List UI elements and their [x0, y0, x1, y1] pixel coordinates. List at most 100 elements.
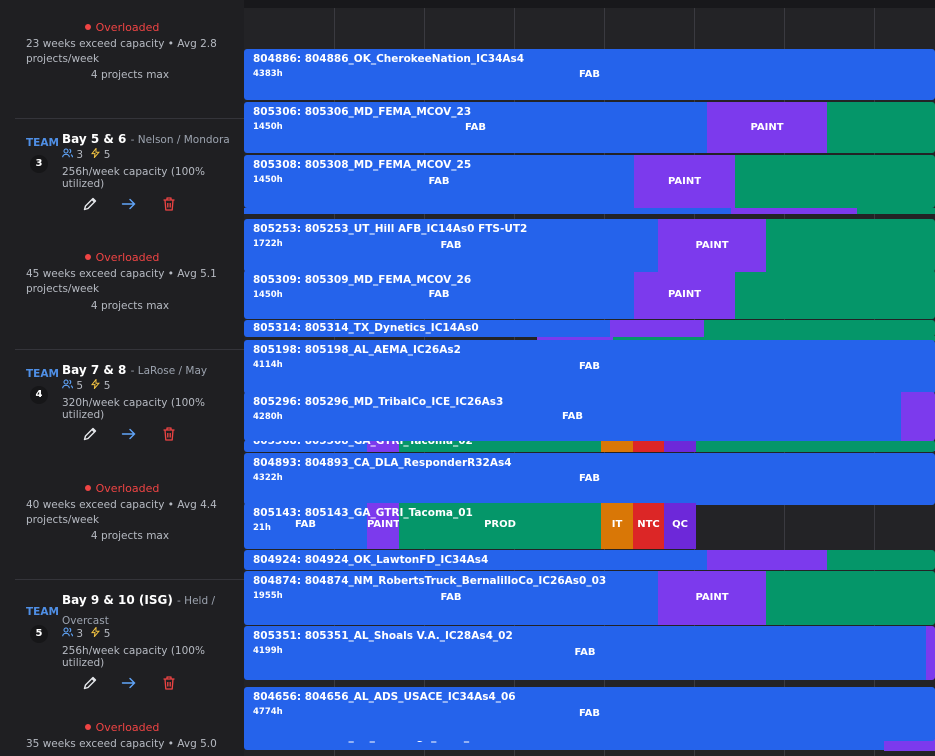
phase-segment-it[interactable] [601, 440, 633, 452]
phase-label: QC [672, 519, 688, 530]
phase-segment-prod[interactable] [704, 320, 935, 337]
edit-team-button[interactable] [81, 195, 99, 213]
project-title: 805351: 805351_AL_Shoals V.A._IC28As4_02 [253, 630, 513, 642]
delete-team-button[interactable] [160, 195, 178, 213]
project-title: 804874: 804874_NM_RobertsTruck_Bernalill… [253, 575, 607, 587]
pencil-icon [83, 676, 97, 690]
project-hours: 4322h [253, 473, 283, 483]
phase-label: FAB [578, 708, 601, 719]
phase-segment-prod[interactable] [696, 440, 935, 452]
phase-segment-qc[interactable] [664, 440, 696, 452]
phase-label: FAB [428, 176, 450, 187]
phase-segment-prod[interactable] [827, 102, 935, 153]
arrow-right-icon [121, 198, 136, 210]
project-bar[interactable]: FAB PAINT 804874: 804874_NM_RobertsTruck_B… [244, 571, 935, 625]
project-bar[interactable]: 804924: 804924_OK_LawtonFD_IC34As4 [244, 550, 935, 570]
phase-segment-it[interactable]: IT [601, 503, 633, 549]
project-bar[interactable]: FAB PAINT PROD IT NTC QC 805143: 805143_GA_GTR… [244, 503, 935, 549]
phase-segment-prod[interactable] [735, 270, 935, 319]
phase-label: PAINT [750, 122, 784, 133]
team-bolt-count: 5 [103, 149, 111, 161]
delete-team-button[interactable] [160, 425, 178, 443]
phase-segment-paint[interactable]: PAINT [634, 155, 735, 208]
phase-label: PAINT [695, 240, 729, 251]
phase-segment-ntc[interactable]: NTC [633, 503, 664, 549]
phase-segment-paint[interactable]: PAINT [707, 102, 827, 153]
team-name: Bay 5 & 6 - Nelson / Mondora [62, 132, 230, 146]
project-title: 805198: 805198_AL_AEMA_IC26As2 [253, 344, 461, 356]
phase-label: PAINT [667, 176, 702, 187]
team-people-count: 3 [76, 628, 84, 640]
project-bar[interactable]: FAB 805296: 805296_MD_TribalCo_ICE_IC26As… [244, 392, 935, 441]
project-bar[interactable]: FAB 805351: 805351_AL_Shoals V.A._IC28As4… [244, 626, 935, 680]
phase-label: PROD [484, 519, 516, 530]
project-hours: 4774h [253, 707, 283, 717]
project-hours: 4280h [253, 412, 283, 422]
phase-segment-paint[interactable] [901, 392, 935, 441]
trash-icon [163, 427, 175, 441]
project-hours: 1450h [253, 290, 283, 300]
project-bar[interactable]: FAB PAINT 805253: 805253_UT_Hill AFB_IC14A… [244, 219, 935, 272]
project-bar[interactable]: FAB 804656: 804656_AL_ADS_USACE_IC34As4_0… [244, 687, 935, 741]
phase-label: FAB [578, 69, 601, 80]
project-title: 805308: 805308_MD_FEMA_MCOV_25 [253, 159, 472, 171]
edit-team-button[interactable] [81, 425, 99, 443]
move-team-button[interactable] [120, 195, 138, 213]
users-icon [62, 379, 76, 392]
phase-label: FAB [464, 122, 487, 133]
project-bar[interactable]: FAB PAINT 805308: 805308_MD_FEMA_MCOV_25 14… [244, 155, 935, 208]
project-hours: 1450h [253, 122, 283, 132]
team-bolt-count: 5 [103, 380, 111, 392]
phase-label: FAB [578, 473, 601, 484]
project-bar[interactable]: 805314: 805314_TX_Dynetics_IC14As0 [244, 320, 935, 337]
team-number: 4 [30, 386, 48, 404]
overloaded-status: Overloaded [0, 482, 244, 495]
project-bar[interactable]: FAB PAINT 805306: 805306_MD_FEMA_MCOV_23 14… [244, 102, 935, 153]
phase-segment-paint[interactable] [707, 550, 827, 570]
project-bar[interactable]: 805568: 805568_GA_GTRI_Tacoma_02 [244, 440, 935, 452]
project-bar[interactable]: FAB 804886: 804886_OK_CherokeeNation_IC34… [244, 49, 935, 100]
phase-segment-prod[interactable] [735, 155, 935, 208]
bar-strip [857, 208, 935, 214]
phase-segment-qc[interactable]: QC [664, 503, 696, 549]
overloaded-status: Overloaded [0, 21, 244, 34]
project-hours: 21h [253, 523, 271, 533]
edit-team-button[interactable] [81, 674, 99, 692]
team-number: 3 [30, 155, 48, 173]
team-meta: 3 5 [62, 147, 111, 161]
team-name: Bay 7 & 8 - LaRose / May [62, 363, 208, 377]
phase-segment-paint[interactable]: PAINT [658, 571, 766, 625]
project-bar[interactable]: FAB 804893: 804893_CA_DLA_ResponderR32As4… [244, 453, 935, 505]
divider [15, 118, 244, 119]
project-hours: 4383h [253, 69, 283, 79]
phase-label: NTC [637, 519, 660, 530]
arrow-right-icon [121, 428, 136, 440]
phase-segment-prod[interactable] [766, 219, 935, 272]
phase-label: FAB [440, 592, 462, 603]
phase-segment-ntc[interactable] [633, 440, 664, 452]
phase-segment-paint[interactable] [610, 320, 704, 337]
team-name: Bay 9 & 10 (ISG) - Held / Overcast [62, 593, 215, 627]
phase-segment-paint[interactable] [926, 626, 935, 680]
phase-label: PAINT [667, 289, 702, 300]
phase-segment-prod[interactable] [766, 571, 935, 625]
team-meta: 3 5 [62, 626, 110, 640]
pencil-icon [83, 427, 97, 441]
phase-segment-prod[interactable] [827, 550, 935, 570]
team-sidebar: Overloaded 23 weeks exceed capacity • Av… [0, 0, 244, 756]
capacity-exceed-text: 40 weeks exceed capacity • Avg 4.4 proje… [26, 499, 217, 526]
delete-team-button[interactable] [160, 674, 178, 692]
project-bar[interactable]: FAB 805198: 805198_AL_AEMA_IC26As2 4114h [244, 340, 935, 394]
max-projects-text: 4 projects max [90, 300, 170, 312]
divider [15, 349, 244, 350]
team-capacity: 256h/week capacity (100% utilized) [62, 645, 205, 669]
capacity-exceed-text: 45 weeks exceed capacity • Avg 5.1 proje… [26, 268, 217, 295]
phase-segment-paint[interactable]: PAINT [658, 219, 766, 272]
divider [15, 579, 244, 580]
arrow-right-icon [121, 677, 136, 689]
phase-segment-paint[interactable]: PAINT [634, 270, 735, 319]
project-bar[interactable]: FAB PAINT 805309: 805309_MD_FEMA_MCOV_26 14… [244, 270, 935, 319]
move-team-button[interactable] [120, 425, 138, 443]
project-title: 805296: 805296_MD_TribalCo_ICE_IC26As3 [253, 396, 504, 408]
move-team-button[interactable] [120, 674, 138, 692]
